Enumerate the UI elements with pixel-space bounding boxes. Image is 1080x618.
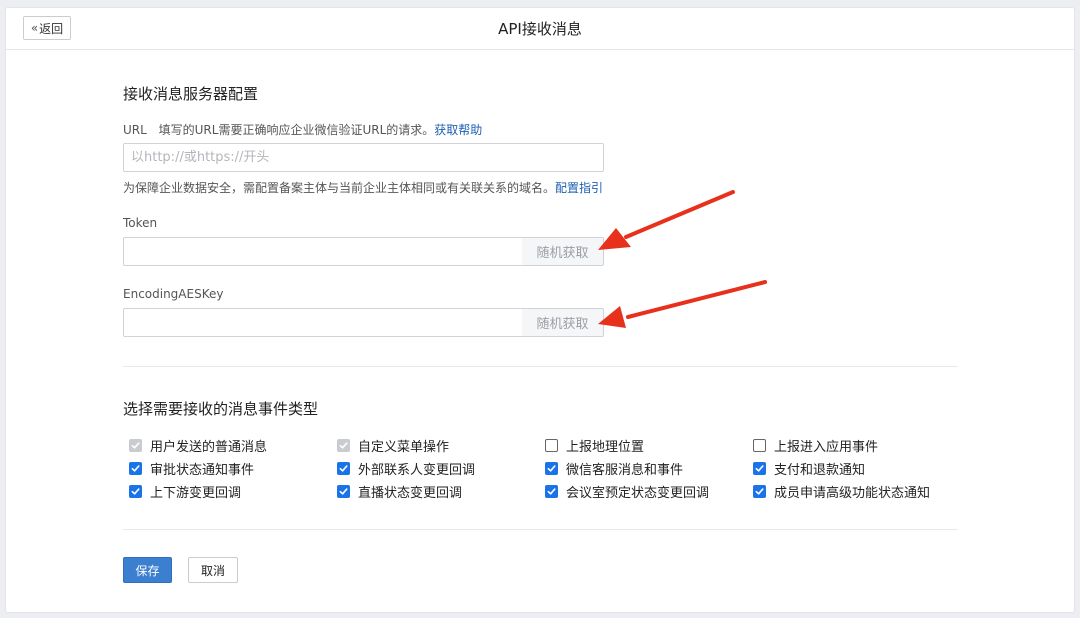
checkmark-icon <box>131 465 140 472</box>
event-option[interactable]: 上下游变更回调 <box>129 482 241 501</box>
section-divider <box>123 366 958 367</box>
domain-note: 为保障企业数据安全，需配置备案主体与当前企业主体相同或有关联关系的域名。 <box>123 181 556 195</box>
event-checkbox[interactable] <box>129 462 142 475</box>
checkmark-icon <box>755 465 764 472</box>
double-chevron-left-icon: « <box>30 21 39 35</box>
event-checkbox <box>129 439 142 452</box>
event-option[interactable]: 会议室预定状态变更回调 <box>545 482 709 501</box>
event-option: 自定义菜单操作 <box>337 436 449 455</box>
back-button[interactable]: « 返回 <box>23 16 71 40</box>
event-checkbox <box>337 439 350 452</box>
event-label: 上报地理位置 <box>566 440 645 455</box>
event-label: 会议室预定状态变更回调 <box>566 486 710 501</box>
event-option: 用户发送的普通消息 <box>129 436 267 455</box>
url-label: URL <box>123 123 147 137</box>
cancel-button[interactable]: 取消 <box>188 557 238 583</box>
back-button-label: 返回 <box>39 21 64 36</box>
event-option[interactable]: 上报进入应用事件 <box>753 436 878 455</box>
event-option[interactable]: 直播状态变更回调 <box>337 482 462 501</box>
event-label: 用户发送的普通消息 <box>150 440 268 455</box>
checkmark-icon <box>131 488 140 495</box>
event-label: 上下游变更回调 <box>150 486 242 501</box>
checkmark-icon <box>547 488 556 495</box>
checkmark-icon <box>547 465 556 472</box>
checkmark-icon <box>131 442 140 449</box>
token-label: Token <box>123 216 158 230</box>
url-help-link[interactable]: 获取帮助 <box>434 123 482 137</box>
event-option[interactable]: 外部联系人变更回调 <box>337 459 475 478</box>
event-option[interactable]: 成员申请高级功能状态通知 <box>753 482 930 501</box>
save-button[interactable]: 保存 <box>123 557 172 583</box>
event-option[interactable]: 审批状态通知事件 <box>129 459 254 478</box>
aeskey-input[interactable] <box>123 308 523 337</box>
main-card: « 返回 API接收消息 接收消息服务器配置 URL 填写的URL需要正确响应企… <box>5 7 1075 613</box>
event-label: 自定义菜单操作 <box>358 440 450 455</box>
events-title: 选择需要接收的消息事件类型 <box>123 400 319 418</box>
token-random-button[interactable]: 随机获取 <box>522 237 604 266</box>
domain-guide-link[interactable]: 配置指引 <box>555 181 603 195</box>
event-checkbox[interactable] <box>337 462 350 475</box>
event-checkbox[interactable] <box>753 462 766 475</box>
checkmark-icon <box>339 442 348 449</box>
domain-note-row: 为保障企业数据安全，需配置备案主体与当前企业主体相同或有关联关系的域名。配置指引 <box>123 179 603 196</box>
event-label: 外部联系人变更回调 <box>358 463 476 478</box>
bottom-divider <box>123 529 958 530</box>
event-checkbox[interactable] <box>545 462 558 475</box>
checkmark-icon <box>755 488 764 495</box>
event-checkbox[interactable] <box>545 439 558 452</box>
event-checkbox[interactable] <box>129 485 142 498</box>
event-label: 微信客服消息和事件 <box>566 463 684 478</box>
checkmark-icon <box>339 488 348 495</box>
server-config-title: 接收消息服务器配置 <box>123 85 259 103</box>
token-input[interactable] <box>123 237 523 266</box>
event-option[interactable]: 支付和退款通知 <box>753 459 865 478</box>
event-label: 上报进入应用事件 <box>774 440 879 455</box>
event-option[interactable]: 上报地理位置 <box>545 436 644 455</box>
event-checkbox[interactable] <box>337 485 350 498</box>
event-checkbox[interactable] <box>753 485 766 498</box>
title-bar: « 返回 API接收消息 <box>6 8 1074 50</box>
url-hint: 填写的URL需要正确响应企业微信验证URL的请求。 <box>158 123 435 137</box>
event-label: 审批状态通知事件 <box>150 463 255 478</box>
aeskey-label: EncodingAESKey <box>123 287 224 301</box>
page-title: API接收消息 <box>498 20 582 38</box>
event-label: 成员申请高级功能状态通知 <box>774 486 931 501</box>
event-label: 直播状态变更回调 <box>358 486 463 501</box>
event-option[interactable]: 微信客服消息和事件 <box>545 459 683 478</box>
event-checkbox[interactable] <box>753 439 766 452</box>
event-checkbox[interactable] <box>545 485 558 498</box>
checkmark-icon <box>339 465 348 472</box>
url-input[interactable] <box>123 143 604 172</box>
url-hint-row: URL 填写的URL需要正确响应企业微信验证URL的请求。获取帮助 <box>123 121 482 138</box>
event-label: 支付和退款通知 <box>774 463 866 478</box>
aeskey-random-button[interactable]: 随机获取 <box>522 308 604 337</box>
